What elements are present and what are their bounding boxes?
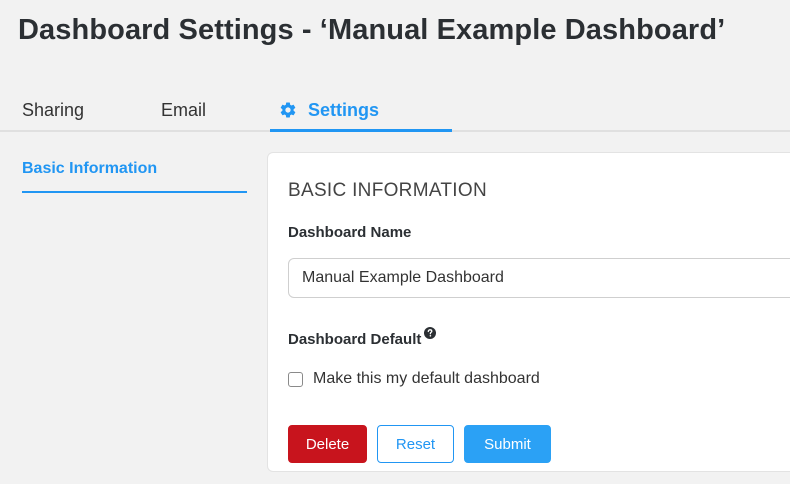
dashboard-default-label-row: Dashboard Default — [288, 327, 437, 348]
delete-button[interactable]: Delete — [288, 425, 367, 463]
tab-settings-label: Settings — [308, 99, 380, 120]
reset-button[interactable]: Reset — [377, 425, 454, 463]
default-dashboard-checkbox[interactable] — [288, 371, 303, 387]
tab-email-label: Email — [161, 99, 207, 120]
tab-bar: Sharing Email Settings — [0, 90, 790, 132]
page-title: Dashboard Settings - ‘Manual Example Das… — [18, 14, 726, 46]
tab-email[interactable]: Email — [161, 90, 206, 130]
dashboard-name-input[interactable] — [288, 258, 790, 298]
default-dashboard-checkbox-label: Make this my default dashboard — [313, 370, 540, 387]
question-circle-icon[interactable] — [424, 327, 437, 339]
gear-icon — [278, 100, 298, 120]
dashboard-name-label: Dashboard Name — [288, 224, 412, 241]
basic-information-panel: BASIC INFORMATION Dashboard Name Dashboa… — [267, 152, 790, 472]
sidenav-item-basic-information[interactable]: Basic Information — [22, 160, 247, 193]
submit-button[interactable]: Submit — [464, 425, 551, 463]
section-heading: BASIC INFORMATION — [288, 180, 487, 201]
tab-active-indicator — [270, 129, 452, 132]
tab-sharing-label: Sharing — [22, 99, 85, 120]
dashboard-default-label: Dashboard Default — [288, 331, 422, 348]
settings-sidenav: Basic Information — [22, 160, 247, 193]
default-dashboard-checkbox-row[interactable]: Make this my default dashboard — [288, 370, 540, 388]
tab-sharing[interactable]: Sharing — [22, 90, 84, 130]
tab-settings[interactable]: Settings — [270, 90, 452, 132]
